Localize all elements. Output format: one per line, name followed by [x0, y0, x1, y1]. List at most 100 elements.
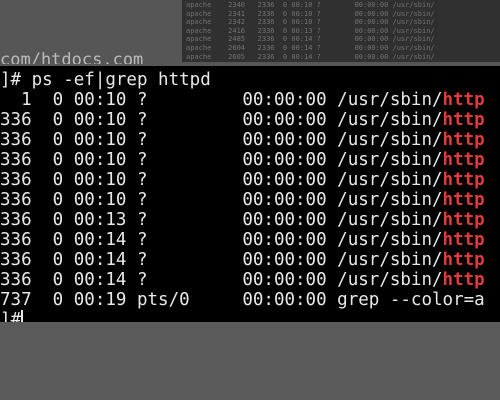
cpu-time: 00:00:00 [210, 90, 327, 110]
process-row: 336 0 00:10 ? 00:00:00 /usr/sbin/http [0, 150, 500, 170]
process-row: 1 0 00:10 ? 00:00:00 /usr/sbin/http [0, 90, 500, 110]
command-path: /usr/sbin/ [326, 230, 443, 250]
cpu: 0 [31, 270, 64, 290]
thumbnail-line: apache 2341 2336 0 00:10 ? 00:00:00 /usr… [186, 9, 435, 18]
pid: 1 [0, 90, 32, 110]
grep-match-highlight: http [442, 150, 485, 170]
previous-command-sliver: com/htdocs.com [0, 46, 280, 64]
grep-process-row: 737 0 00:19 pts/0 00:00:00 grep --color=… [0, 290, 500, 310]
start-time: 00:10 [63, 190, 127, 210]
start-time: 00:10 [63, 150, 127, 170]
pid: 336 [0, 230, 32, 250]
process-row: 336 0 00:13 ? 00:00:00 /usr/sbin/http [0, 210, 500, 230]
typed-command: ps -ef|grep httpd [21, 70, 211, 90]
tty: ? [126, 150, 211, 170]
grep-match-highlight: http [442, 130, 485, 150]
process-row: 336 0 00:14 ? 00:00:00 /usr/sbin/http [0, 270, 500, 290]
pid: 336 [0, 170, 32, 190]
tty: ? [126, 130, 211, 150]
tty: ? [126, 230, 211, 250]
command-path: /usr/sbin/ [326, 270, 443, 290]
command-path: /usr/sbin/ [326, 170, 443, 190]
thumbnail-line: apache 2416 2336 0 00:13 ? 00:00:00 /usr… [186, 26, 435, 35]
tty: ? [126, 270, 211, 290]
command-path: /usr/sbin/ [326, 210, 443, 230]
cpu: 0 [31, 210, 64, 230]
tty: ? [126, 90, 211, 110]
grep-match-highlight: http [442, 110, 485, 130]
start-time: 00:10 [63, 90, 127, 110]
pid: 336 [0, 130, 32, 150]
pid: 336 [0, 250, 32, 270]
final-prompt: ]# [0, 310, 22, 322]
grep-match-highlight: http [442, 270, 485, 290]
terminal-output[interactable]: ]# ps -ef|grep httpd 1 0 00:10 ? 00:00:0… [0, 66, 500, 322]
command-line: ]# ps -ef|grep httpd [0, 70, 500, 90]
start-time: 00:19 [63, 290, 127, 310]
process-row: 336 0 00:10 ? 00:00:00 /usr/sbin/http [0, 170, 500, 190]
pid: 336 [0, 150, 32, 170]
tty: ? [126, 210, 211, 230]
cpu-time: 00:00:00 [210, 210, 327, 230]
process-row: 336 0 00:14 ? 00:00:00 /usr/sbin/http [0, 250, 500, 270]
start-time: 00:13 [63, 210, 127, 230]
cpu-time: 00:00:00 [210, 250, 327, 270]
cpu-time: 00:00:00 [210, 230, 327, 250]
process-row: 336 0 00:10 ? 00:00:00 /usr/sbin/http [0, 110, 500, 130]
start-time: 00:14 [63, 230, 127, 250]
cpu: 0 [31, 90, 64, 110]
grep-match-highlight: http [442, 230, 485, 250]
start-time: 00:10 [63, 170, 127, 190]
tty: ? [126, 190, 211, 210]
thumbnail-line: apache 2342 2336 0 00:10 ? 00:00:00 /usr… [186, 18, 435, 27]
grep-match-highlight: http [442, 190, 485, 210]
thumbnail-line: apache 2340 2336 0 00:10 ? 00:00:00 /usr… [186, 1, 435, 9]
thumbnail-line: apache 2485 2336 0 00:14 ? 00:00:00 /usr… [186, 35, 435, 44]
command-path: /usr/sbin/ [326, 150, 443, 170]
process-row: 336 0 00:10 ? 00:00:00 /usr/sbin/http [0, 190, 500, 210]
grep-match-highlight: http [442, 90, 485, 110]
cpu: 0 [31, 110, 64, 130]
command-path: /usr/sbin/ [326, 130, 443, 150]
start-time: 00:14 [63, 270, 127, 290]
cpu-time: 00:00:00 [210, 270, 327, 290]
pid: 336 [0, 190, 32, 210]
command-path: /usr/sbin/ [326, 250, 443, 270]
final-prompt-line: ]# [0, 310, 500, 322]
grep-match-highlight: http [442, 210, 485, 230]
start-time: 00:14 [63, 250, 127, 270]
grep-match-highlight: http [442, 170, 485, 190]
cpu-time: 00:00:00 [210, 150, 327, 170]
cpu: 0 [31, 290, 64, 310]
cpu-time: 00:00:00 [210, 290, 327, 310]
cpu-time: 00:00:00 [210, 170, 327, 190]
grep-match-highlight: http [442, 250, 485, 270]
cpu-time: 00:00:00 [210, 190, 327, 210]
cpu-time: 00:00:00 [210, 130, 327, 150]
text-cursor [21, 310, 24, 322]
tty: pts/0 [126, 290, 211, 310]
tty: ? [126, 110, 211, 130]
sliver-host-text: com/htdocs.com [0, 50, 144, 64]
process-row: 336 0 00:10 ? 00:00:00 /usr/sbin/http [0, 130, 500, 150]
cpu: 0 [31, 150, 64, 170]
start-time: 00:10 [63, 110, 127, 130]
tty: ? [126, 250, 211, 270]
command-path: /usr/sbin/ [326, 190, 443, 210]
cpu: 0 [31, 170, 64, 190]
pid: 336 [0, 270, 32, 290]
cpu-time: 00:00:00 [210, 110, 327, 130]
background-bottom [0, 322, 500, 400]
process-row: 336 0 00:14 ? 00:00:00 /usr/sbin/http [0, 230, 500, 250]
prompt: ]# [0, 70, 22, 90]
cpu: 0 [31, 130, 64, 150]
tty: ? [126, 170, 211, 190]
cpu: 0 [31, 250, 64, 270]
command-path: /usr/sbin/ [326, 110, 443, 130]
pid: 336 [0, 110, 32, 130]
command: grep --color=a [326, 290, 485, 310]
cpu: 0 [31, 190, 64, 210]
start-time: 00:10 [63, 130, 127, 150]
cpu: 0 [31, 230, 64, 250]
command-path: /usr/sbin/ [326, 90, 443, 110]
